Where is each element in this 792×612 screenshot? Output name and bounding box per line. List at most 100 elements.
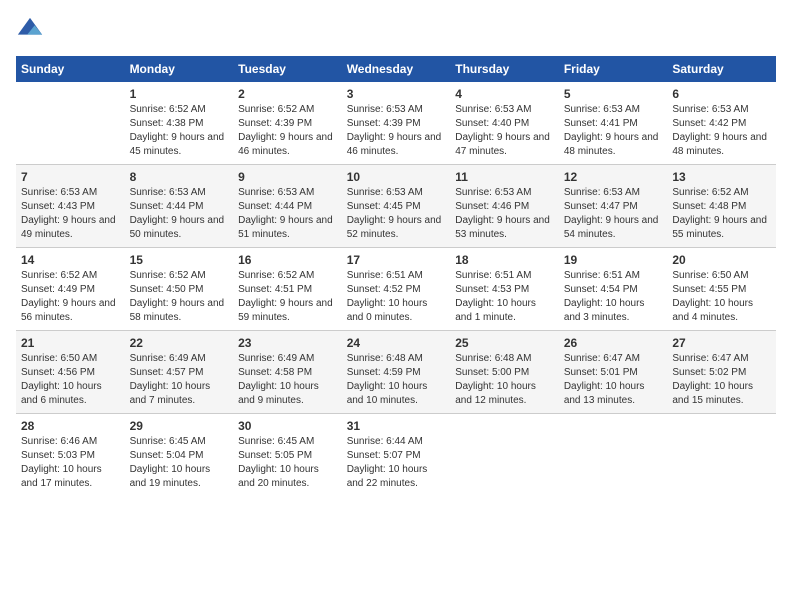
day-cell: 28 Sunrise: 6:46 AMSunset: 5:03 PMDayligh… <box>16 414 125 497</box>
calendar-table: SundayMondayTuesdayWednesdayThursdayFrid… <box>16 56 776 496</box>
day-info: Sunrise: 6:45 AMSunset: 5:05 PMDaylight:… <box>238 435 337 491</box>
day-cell: 22 Sunrise: 6:49 AMSunset: 4:57 PMDayligh… <box>125 331 234 414</box>
day-number: 29 <box>130 419 229 433</box>
day-info: Sunrise: 6:45 AMSunset: 5:04 PMDaylight:… <box>130 435 229 491</box>
day-number: 28 <box>21 419 120 433</box>
day-cell: 23Sunrise: 6:49 AMSunset: 4:58 PMDayligh… <box>233 331 342 414</box>
day-info: Sunrise: 6:51 AMSunset: 4:54 PMDaylight:… <box>564 269 663 325</box>
day-cell: 30 Sunrise: 6:45 AMSunset: 5:05 PMDayligh… <box>233 414 342 497</box>
day-number: 20 <box>672 253 771 267</box>
day-info: Sunrise: 6:52 AMSunset: 4:50 PMDaylight:… <box>130 269 229 325</box>
week-row-1: 1 Sunrise: 6:52 AMSunset: 4:38 PMDaylight… <box>16 82 776 165</box>
day-cell: 4Sunrise: 6:53 AMSunset: 4:40 PMDaylight… <box>450 82 559 165</box>
day-cell <box>450 414 559 497</box>
day-cell: 19Sunrise: 6:51 AMSunset: 4:54 PMDayligh… <box>559 248 668 331</box>
day-cell: 31 Sunrise: 6:44 AMSunset: 5:07 PMDayligh… <box>342 414 451 497</box>
day-number: 25 <box>455 336 554 350</box>
day-cell: 15 Sunrise: 6:52 AMSunset: 4:50 PMDayligh… <box>125 248 234 331</box>
day-number: 30 <box>238 419 337 433</box>
col-header-thursday: Thursday <box>450 56 559 82</box>
day-cell: 10Sunrise: 6:53 AMSunset: 4:45 PMDayligh… <box>342 165 451 248</box>
day-number: 7 <box>21 170 120 184</box>
col-header-tuesday: Tuesday <box>233 56 342 82</box>
day-info: Sunrise: 6:50 AMSunset: 4:55 PMDaylight:… <box>672 269 771 325</box>
day-cell: 6 Sunrise: 6:53 AMSunset: 4:42 PMDaylight… <box>667 82 776 165</box>
day-info: Sunrise: 6:53 AMSunset: 4:47 PMDaylight:… <box>564 186 663 242</box>
day-number: 1 <box>130 87 229 101</box>
day-number: 26 <box>564 336 663 350</box>
day-info: Sunrise: 6:44 AMSunset: 5:07 PMDaylight:… <box>347 435 446 491</box>
day-info: Sunrise: 6:52 AMSunset: 4:38 PMDaylight:… <box>130 103 229 159</box>
page-header <box>16 16 776 44</box>
day-number: 17 <box>347 253 446 267</box>
day-cell: 16 Sunrise: 6:52 AMSunset: 4:51 PMDayligh… <box>233 248 342 331</box>
day-number: 24 <box>347 336 446 350</box>
day-info: Sunrise: 6:52 AMSunset: 4:51 PMDaylight:… <box>238 269 337 325</box>
day-number: 16 <box>238 253 337 267</box>
day-info: Sunrise: 6:51 AMSunset: 4:53 PMDaylight:… <box>455 269 554 325</box>
day-info: Sunrise: 6:49 AMSunset: 4:57 PMDaylight:… <box>130 352 229 408</box>
week-row-3: 14 Sunrise: 6:52 AMSunset: 4:49 PMDayligh… <box>16 248 776 331</box>
day-cell <box>559 414 668 497</box>
day-cell: 26 Sunrise: 6:47 AMSunset: 5:01 PMDayligh… <box>559 331 668 414</box>
day-number: 27 <box>672 336 771 350</box>
day-number: 6 <box>672 87 771 101</box>
calendar-header-row: SundayMondayTuesdayWednesdayThursdayFrid… <box>16 56 776 82</box>
col-header-friday: Friday <box>559 56 668 82</box>
day-cell <box>667 414 776 497</box>
day-info: Sunrise: 6:52 AMSunset: 4:49 PMDaylight:… <box>21 269 120 325</box>
day-cell <box>16 82 125 165</box>
day-info: Sunrise: 6:51 AMSunset: 4:52 PMDaylight:… <box>347 269 446 325</box>
day-cell: 20 Sunrise: 6:50 AMSunset: 4:55 PMDayligh… <box>667 248 776 331</box>
day-cell: 12Sunrise: 6:53 AMSunset: 4:47 PMDayligh… <box>559 165 668 248</box>
day-cell: 14 Sunrise: 6:52 AMSunset: 4:49 PMDayligh… <box>16 248 125 331</box>
day-number: 21 <box>21 336 120 350</box>
day-info: Sunrise: 6:46 AMSunset: 5:03 PMDaylight:… <box>21 435 120 491</box>
day-cell: 2 Sunrise: 6:52 AMSunset: 4:39 PMDaylight… <box>233 82 342 165</box>
day-number: 2 <box>238 87 337 101</box>
day-number: 18 <box>455 253 554 267</box>
day-number: 8 <box>130 170 229 184</box>
day-cell: 27 Sunrise: 6:47 AMSunset: 5:02 PMDayligh… <box>667 331 776 414</box>
col-header-wednesday: Wednesday <box>342 56 451 82</box>
day-cell: 1 Sunrise: 6:52 AMSunset: 4:38 PMDaylight… <box>125 82 234 165</box>
day-cell: 7 Sunrise: 6:53 AMSunset: 4:43 PMDaylight… <box>16 165 125 248</box>
day-info: Sunrise: 6:52 AMSunset: 4:39 PMDaylight:… <box>238 103 337 159</box>
day-info: Sunrise: 6:53 AMSunset: 4:43 PMDaylight:… <box>21 186 120 242</box>
day-number: 15 <box>130 253 229 267</box>
day-number: 31 <box>347 419 446 433</box>
col-header-monday: Monday <box>125 56 234 82</box>
day-cell: 11 Sunrise: 6:53 AMSunset: 4:46 PMDayligh… <box>450 165 559 248</box>
day-info: Sunrise: 6:53 AMSunset: 4:42 PMDaylight:… <box>672 103 771 159</box>
day-cell: 9 Sunrise: 6:53 AMSunset: 4:44 PMDaylight… <box>233 165 342 248</box>
day-cell: 24 Sunrise: 6:48 AMSunset: 4:59 PMDayligh… <box>342 331 451 414</box>
day-info: Sunrise: 6:53 AMSunset: 4:39 PMDaylight:… <box>347 103 446 159</box>
logo-icon <box>16 16 44 44</box>
day-info: Sunrise: 6:53 AMSunset: 4:40 PMDaylight:… <box>455 103 554 159</box>
day-number: 22 <box>130 336 229 350</box>
day-info: Sunrise: 6:53 AMSunset: 4:46 PMDaylight:… <box>455 186 554 242</box>
day-cell: 18 Sunrise: 6:51 AMSunset: 4:53 PMDayligh… <box>450 248 559 331</box>
col-header-sunday: Sunday <box>16 56 125 82</box>
day-number: 13 <box>672 170 771 184</box>
day-number: 14 <box>21 253 120 267</box>
day-info: Sunrise: 6:53 AMSunset: 4:44 PMDaylight:… <box>238 186 337 242</box>
day-info: Sunrise: 6:47 AMSunset: 5:01 PMDaylight:… <box>564 352 663 408</box>
day-number: 9 <box>238 170 337 184</box>
day-cell: 29 Sunrise: 6:45 AMSunset: 5:04 PMDayligh… <box>125 414 234 497</box>
day-cell: 25 Sunrise: 6:48 AMSunset: 5:00 PMDayligh… <box>450 331 559 414</box>
logo <box>16 16 48 44</box>
day-info: Sunrise: 6:48 AMSunset: 5:00 PMDaylight:… <box>455 352 554 408</box>
week-row-4: 21Sunrise: 6:50 AMSunset: 4:56 PMDayligh… <box>16 331 776 414</box>
col-header-saturday: Saturday <box>667 56 776 82</box>
day-number: 5 <box>564 87 663 101</box>
day-number: 11 <box>455 170 554 184</box>
day-info: Sunrise: 6:52 AMSunset: 4:48 PMDaylight:… <box>672 186 771 242</box>
day-info: Sunrise: 6:47 AMSunset: 5:02 PMDaylight:… <box>672 352 771 408</box>
day-info: Sunrise: 6:48 AMSunset: 4:59 PMDaylight:… <box>347 352 446 408</box>
week-row-2: 7 Sunrise: 6:53 AMSunset: 4:43 PMDaylight… <box>16 165 776 248</box>
day-info: Sunrise: 6:53 AMSunset: 4:41 PMDaylight:… <box>564 103 663 159</box>
day-info: Sunrise: 6:53 AMSunset: 4:44 PMDaylight:… <box>130 186 229 242</box>
day-info: Sunrise: 6:49 AMSunset: 4:58 PMDaylight:… <box>238 352 337 408</box>
day-cell: 3Sunrise: 6:53 AMSunset: 4:39 PMDaylight… <box>342 82 451 165</box>
